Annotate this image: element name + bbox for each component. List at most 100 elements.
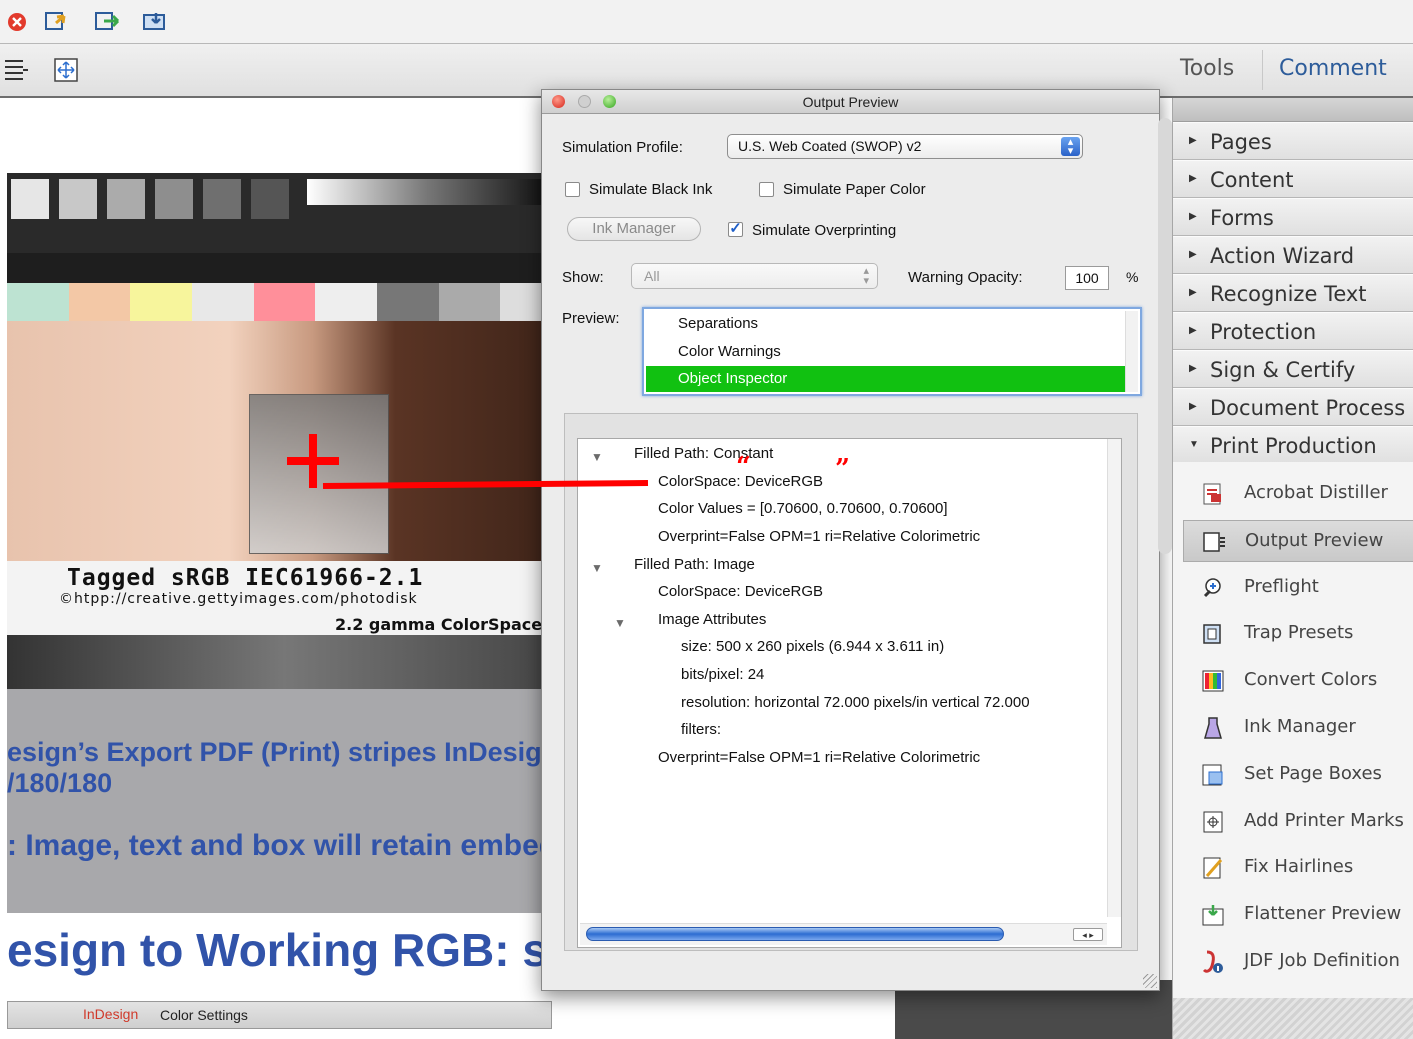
image-caption-gamma: 2.2 gamma ColorSpace (335, 615, 543, 634)
tree-leaf: resolution: horizontal 72.000 pixels/in … (681, 694, 1030, 711)
scrollbar-thumb[interactable] (586, 927, 1004, 941)
simulation-profile-select[interactable]: U.S. Web Coated (SWOP) v2 ▴ ▾ (727, 134, 1083, 159)
document-text-line: esign’s Export PDF (Print) stripes InDes… (7, 737, 580, 767)
distiller-icon (1201, 482, 1225, 506)
tool-output-preview[interactable]: Output Preview (1183, 519, 1413, 562)
color-test-image: Tagged sRGB IEC61966-2.1 ©htpp://creativ… (7, 173, 562, 689)
gray-patch (107, 179, 145, 219)
object-inspector-panel: ▼ Filled Path: Constant ColorSpace: Devi… (564, 413, 1138, 951)
convert-colors-icon (1201, 669, 1225, 693)
printer-marks-icon (1201, 810, 1225, 834)
tool-fix-hairlines[interactable]: Fix Hairlines (1183, 847, 1413, 889)
tree-leaf: size: 500 x 260 pixels (6.944 x 3.611 in… (681, 638, 945, 655)
disclosure-closed-icon: ▶ (1189, 287, 1197, 298)
tool-label: Ink Manager (1244, 716, 1356, 737)
show-select[interactable]: All ▴ ▾ (631, 263, 878, 289)
tool-label: Add Printer Marks (1244, 809, 1404, 831)
disclosure-triangle-icon[interactable]: ▼ (591, 450, 603, 464)
disclosure-triangle-icon[interactable]: ▼ (591, 561, 603, 575)
section-pages[interactable]: ▶ Pages (1173, 122, 1413, 160)
gray-patch (59, 179, 97, 219)
fit-page-icon[interactable] (52, 56, 80, 84)
disclosure-closed-icon: ▶ (1189, 363, 1197, 374)
desaturated-patch (249, 394, 389, 554)
tool-ink-manager[interactable]: Ink Manager (1183, 707, 1413, 749)
preview-list-scrollbar[interactable] (1125, 311, 1138, 392)
inset-title: Color Settings (160, 1007, 248, 1023)
simulate-black-ink-label: Simulate Black Ink (589, 181, 713, 198)
tool-add-printer-marks[interactable]: Add Printer Marks (1183, 801, 1413, 843)
tool-label: Output Preview (1245, 529, 1384, 551)
section-label: Pages (1210, 130, 1272, 154)
section-content[interactable]: ▶ Content (1173, 160, 1413, 198)
inspector-horizontal-scrollbar[interactable]: ◂ ▸ (580, 923, 1107, 945)
simulate-overprinting-checkbox[interactable]: ✓ (728, 221, 743, 237)
tree-node-filled-path-constant: Filled Path: Constant (634, 445, 774, 462)
section-print-production[interactable]: ▼ Print Production (1173, 426, 1413, 464)
simulation-profile-value: U.S. Web Coated (SWOP) v2 (738, 138, 922, 154)
close-icon[interactable] (6, 11, 28, 33)
tab-comment[interactable]: Comment (1279, 56, 1387, 81)
preview-item-object-inspector[interactable]: Object Inspector (646, 366, 1126, 392)
export-icon[interactable] (44, 8, 74, 34)
section-forms[interactable]: ▶ Forms (1173, 198, 1413, 236)
preview-label: Preview: (562, 310, 620, 327)
tool-convert-colors[interactable]: Convert Colors (1183, 660, 1413, 702)
simulate-paper-color-checkbox[interactable] (759, 182, 774, 197)
scroll-arrows-icon[interactable]: ◂ ▸ (1073, 928, 1103, 941)
tab-separator (1262, 50, 1263, 90)
tool-preflight[interactable]: Preflight (1183, 567, 1413, 609)
warning-opacity-input[interactable]: 100 (1065, 266, 1109, 290)
section-sign-certify[interactable]: ▶ Sign & Certify (1173, 350, 1413, 388)
select-arrows-icon: ▴ ▾ (863, 265, 869, 287)
tool-trap-presets[interactable]: Trap Presets (1183, 613, 1413, 655)
tool-acrobat-distiller[interactable]: Acrobat Distiller (1183, 473, 1413, 515)
section-label: Action Wizard (1210, 244, 1355, 268)
output-preview-dialog: Output Preview Simulation Profile: U.S. … (541, 89, 1160, 991)
preflight-icon (1201, 576, 1225, 600)
color-control-patches (7, 283, 562, 321)
section-label: Forms (1210, 206, 1274, 230)
simulate-overprinting-label: Simulate Overprinting (752, 222, 897, 239)
disclosure-closed-icon: ▶ (1189, 249, 1197, 260)
preview-item-separations[interactable]: Separations (646, 311, 1126, 337)
percent-label: % (1126, 269, 1139, 285)
tool-flattener-preview[interactable]: Flattener Preview (1183, 894, 1413, 936)
share-icon[interactable] (94, 8, 124, 34)
document-scrollbar[interactable] (1158, 118, 1172, 554)
tool-label: Trap Presets (1244, 622, 1354, 644)
preview-item-color-warnings[interactable]: Color Warnings (646, 339, 1126, 365)
tree-leaf: filters: (681, 721, 722, 738)
indesign-logo: InDesign (83, 1006, 139, 1022)
disclosure-triangle-icon[interactable]: ▼ (614, 616, 626, 630)
gray-patch (307, 179, 547, 205)
app-window: Tools Comment Tagged sRGB IEC61966-2.1 ©… (0, 0, 1413, 1039)
tool-set-page-boxes[interactable]: Set Page Boxes (1183, 754, 1413, 796)
simulate-black-ink-checkbox[interactable] (565, 182, 580, 197)
tree-leaf: Overprint=False OPM=1 ri=Relative Colori… (658, 749, 981, 766)
import-icon[interactable] (142, 8, 172, 34)
resize-grip-icon[interactable] (1143, 974, 1157, 988)
tab-tools[interactable]: Tools (1180, 56, 1234, 81)
section-label: Print Production (1210, 434, 1377, 458)
color-settings-inset: InDesign Color Settings (7, 1001, 552, 1029)
section-document-process[interactable]: ▶ Document Process (1173, 388, 1413, 426)
show-label: Show: (562, 269, 604, 286)
section-action-wizard[interactable]: ▶ Action Wizard (1173, 236, 1413, 274)
image-caption-url: ©htpp://creative.gettyimages.com/photodi… (59, 591, 418, 607)
set-page-boxes-icon (1201, 763, 1225, 787)
document-heading: esign to Working RGB: sR (7, 924, 582, 976)
inspector-vertical-scrollbar[interactable] (1107, 439, 1121, 917)
gray-patch (203, 179, 241, 219)
section-recognize-text[interactable]: ▶ Recognize Text (1173, 274, 1413, 312)
fit-width-icon[interactable] (2, 56, 30, 84)
print-production-tools: Acrobat Distiller Output Preview Preflight… (1173, 462, 1413, 1007)
jdf-job-icon (1201, 950, 1225, 974)
tool-label: JDF Job Definition (1244, 950, 1400, 971)
tree-leaf: Color Values = [0.70600, 0.70600, 0.7060… (658, 500, 948, 517)
ink-manager-button[interactable]: Ink Manager (567, 217, 701, 241)
tool-jdf-job-definition[interactable]: JDF Job Definition (1183, 941, 1413, 983)
section-protection[interactable]: ▶ Protection (1173, 312, 1413, 350)
section-label: Recognize Text (1210, 282, 1367, 306)
disclosure-closed-icon: ▶ (1189, 401, 1197, 412)
